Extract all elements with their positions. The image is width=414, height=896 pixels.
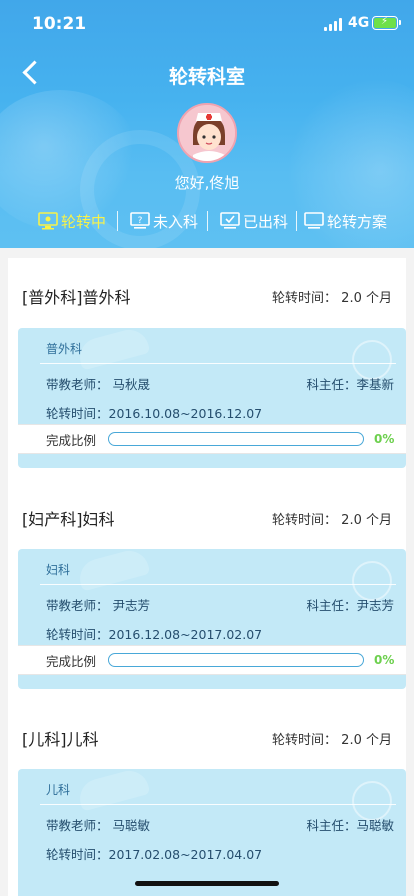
department-heading: [妇产科]妇科 — [22, 510, 115, 529]
list-item-header: [儿科]儿科 轮转时间： 2.0 个月 — [22, 726, 392, 750]
monitor-icon — [304, 212, 324, 230]
department-card[interactable]: 儿科 带教老师： 马聪敏 科主任：马聪敏 轮转时间：2017.02.08~201… — [18, 769, 406, 896]
rotation-duration: 轮转时间： 2.0 个月 — [272, 732, 392, 748]
tab-label: 已出科 — [243, 212, 289, 231]
progress-percent: 0% — [374, 432, 395, 446]
tab-in-rotation[interactable]: 轮转中 — [38, 207, 106, 235]
tab-label: 轮转方案 — [327, 212, 388, 231]
progress-label: 完成比例 — [46, 432, 97, 448]
network-type: 4G — [348, 15, 370, 31]
progress-label: 完成比例 — [46, 653, 97, 669]
avatar — [177, 103, 237, 163]
card-department-name: 妇科 — [46, 563, 71, 577]
director: 科主任：尹志芳 — [306, 598, 394, 613]
tab-label: 未入科 — [153, 212, 199, 231]
department-list: [普外科]普外科 轮转时间： 2.0 个月 普外科 带教老师： 马秋晟 科主任：… — [0, 248, 414, 896]
tab-divider — [207, 211, 208, 231]
teacher: 带教老师： 马聪敏 — [46, 818, 150, 833]
tab-discharged[interactable]: 已出科 — [220, 207, 288, 235]
department-card[interactable]: 妇科 带教老师： 尹志芳 科主任：尹志芳 轮转时间：2016.12.08~201… — [18, 549, 406, 689]
rotation-duration: 轮转时间： 2.0 个月 — [272, 290, 392, 306]
progress-row: 完成比例 0% — [18, 645, 406, 675]
card-row: 轮转时间：2016.10.08~2016.12.07 — [46, 403, 394, 422]
status-time: 10:21 — [32, 14, 87, 34]
list-item-header: [普外科]普外科 轮转时间： 2.0 个月 — [22, 284, 392, 308]
teacher: 带教老师： 尹志芳 — [46, 598, 150, 613]
card-row: 轮转时间：2017.02.08~2017.04.07 — [46, 844, 394, 863]
background-decoration — [75, 769, 151, 812]
rotation-period: 轮转时间：2016.10.08~2016.12.07 — [46, 406, 263, 421]
list-item-header: [妇产科]妇科 轮转时间： 2.0 个月 — [22, 506, 392, 530]
battery-icon: ⚡ — [372, 16, 401, 30]
svg-text:?: ? — [138, 216, 143, 226]
list-panel: [普外科]普外科 轮转时间： 2.0 个月 普外科 带教老师： 马秋晟 科主任：… — [8, 258, 406, 896]
rotation-period: 轮转时间：2017.02.08~2017.04.07 — [46, 847, 263, 862]
rotation-duration: 轮转时间： 2.0 个月 — [272, 512, 392, 528]
nav-bar: 轮转科室 — [0, 48, 414, 96]
department-heading: [普外科]普外科 — [22, 288, 131, 307]
background-decoration — [75, 328, 151, 371]
progress-bar — [108, 432, 364, 446]
card-department-name: 儿科 — [46, 783, 71, 797]
question-monitor-icon: ? — [130, 212, 150, 230]
tab-bar: 轮转中 ? 未入科 已出科 轮转方案 — [0, 207, 414, 235]
tab-divider — [296, 211, 297, 231]
progress-percent: 0% — [374, 653, 395, 667]
department-heading: [儿科]儿科 — [22, 730, 99, 749]
card-department-name: 普外科 — [46, 342, 83, 356]
director: 科主任：马聪敏 — [306, 818, 394, 833]
card-row: 带教老师： 尹志芳 科主任：尹志芳 — [46, 595, 394, 614]
monitor-icon — [38, 212, 58, 230]
divider — [40, 584, 396, 585]
rotation-period: 轮转时间：2016.12.08~2017.02.07 — [46, 627, 263, 642]
greeting: 您好,佟旭 — [174, 174, 240, 192]
director: 科主任：李基新 — [306, 377, 394, 392]
page-title: 轮转科室 — [168, 66, 245, 88]
check-monitor-icon — [220, 212, 240, 230]
department-card[interactable]: 普外科 带教老师： 马秋晟 科主任：李基新 轮转时间：2016.10.08~20… — [18, 328, 406, 468]
signal-icon — [324, 18, 344, 31]
tab-label: 轮转中 — [61, 212, 107, 231]
card-row: 带教老师： 马聪敏 科主任：马聪敏 — [46, 815, 394, 834]
tab-rotation-plan[interactable]: 轮转方案 — [304, 207, 387, 235]
divider — [40, 804, 396, 805]
card-row: 带教老师： 马秋晟 科主任：李基新 — [46, 374, 394, 393]
header-banner: 10:21 4G ⚡ 轮转科室 您好,佟旭 轮转中 ? 未入科 已出科 轮转方案 — [0, 0, 414, 248]
nurse-avatar-icon — [179, 105, 235, 161]
tab-divider — [117, 211, 118, 231]
divider — [40, 363, 396, 364]
teacher: 带教老师： 马秋晟 — [46, 377, 150, 392]
background-decoration — [75, 549, 151, 592]
card-row: 轮转时间：2016.12.08~2017.02.07 — [46, 624, 394, 643]
home-indicator[interactable] — [135, 881, 279, 886]
progress-bar — [108, 653, 364, 667]
progress-row: 完成比例 0% — [18, 424, 406, 454]
status-bar: 10:21 4G ⚡ — [0, 0, 414, 48]
tab-not-entered[interactable]: ? 未入科 — [130, 207, 198, 235]
